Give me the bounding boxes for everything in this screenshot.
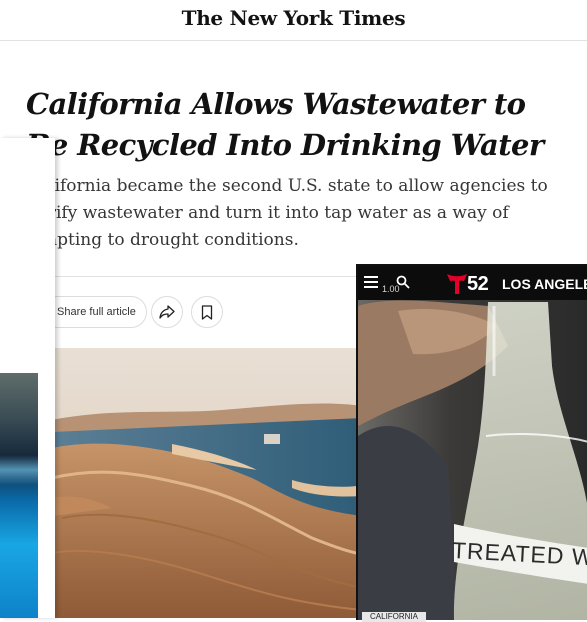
share-button[interactable] [151,296,183,328]
masthead: The New York Times [0,0,587,41]
article-headline: California Allows Wastewater to Be Recyc… [26,87,544,162]
bookmark-icon [201,304,213,320]
reservoir-landscape [52,348,362,618]
playback-speed: 1.00 [382,284,400,294]
telemundo-t-logo [447,274,467,294]
article-photo-reservoir[interactable] [52,348,362,618]
hamburger-menu-icon[interactable] [364,276,378,288]
video-top-bar: 1.00 52 LOS ANGELES [358,266,587,300]
save-button[interactable] [191,296,223,328]
nyt-logo[interactable]: The New York Times [0,6,587,30]
share-arrow-icon [159,305,175,319]
thumbnail-highlight [0,455,38,485]
left-video-thumbnail[interactable] [0,373,38,618]
video-caption-tag: CALIFORNIA [362,612,427,622]
share-full-article-button[interactable]: Share full article [42,296,147,328]
station-number: 52 [467,273,489,295]
station-city: LOS ANGELES [502,276,587,292]
article-summary: California became the second U.S. state … [26,176,548,250]
